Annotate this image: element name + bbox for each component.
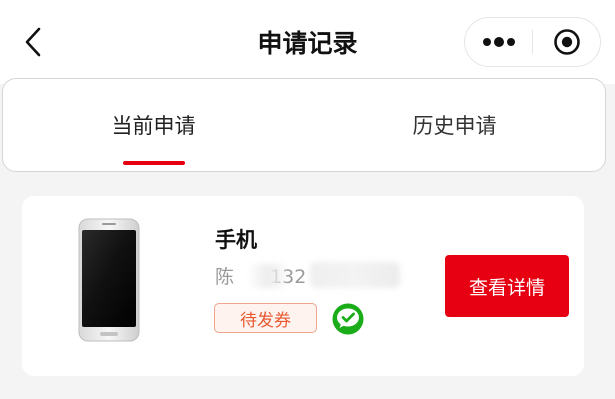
tab-label: 历史申请	[412, 114, 497, 138]
status-badge: 待发券	[214, 303, 317, 333]
active-tab-indicator	[122, 161, 185, 165]
more-dots-icon	[482, 37, 515, 47]
tab-label: 当前申请	[111, 114, 196, 138]
mini-program-capsule	[464, 17, 601, 67]
close-button[interactable]	[533, 18, 600, 66]
redaction-blur	[310, 262, 400, 288]
back-button[interactable]	[18, 22, 48, 62]
phone-product-image	[78, 218, 140, 342]
view-details-button[interactable]: 查看详情	[445, 255, 569, 317]
target-circle-icon	[553, 29, 580, 55]
wechat-icon	[332, 303, 364, 335]
tab-bar: 当前申请 历史申请	[2, 78, 606, 172]
tab-history-applications[interactable]: 历史申请	[304, 79, 605, 171]
redaction-blur	[250, 264, 286, 288]
chevron-left-icon	[25, 27, 41, 57]
applicant-name: 陈	[215, 266, 235, 288]
nav-bar: 申请记录	[0, 0, 615, 84]
application-record-card: 手机 陈 132 待发券 查看详情	[22, 196, 584, 376]
tab-current-applications[interactable]: 当前申请	[3, 79, 304, 171]
more-button[interactable]	[465, 18, 532, 66]
product-name: 手机	[215, 228, 257, 252]
